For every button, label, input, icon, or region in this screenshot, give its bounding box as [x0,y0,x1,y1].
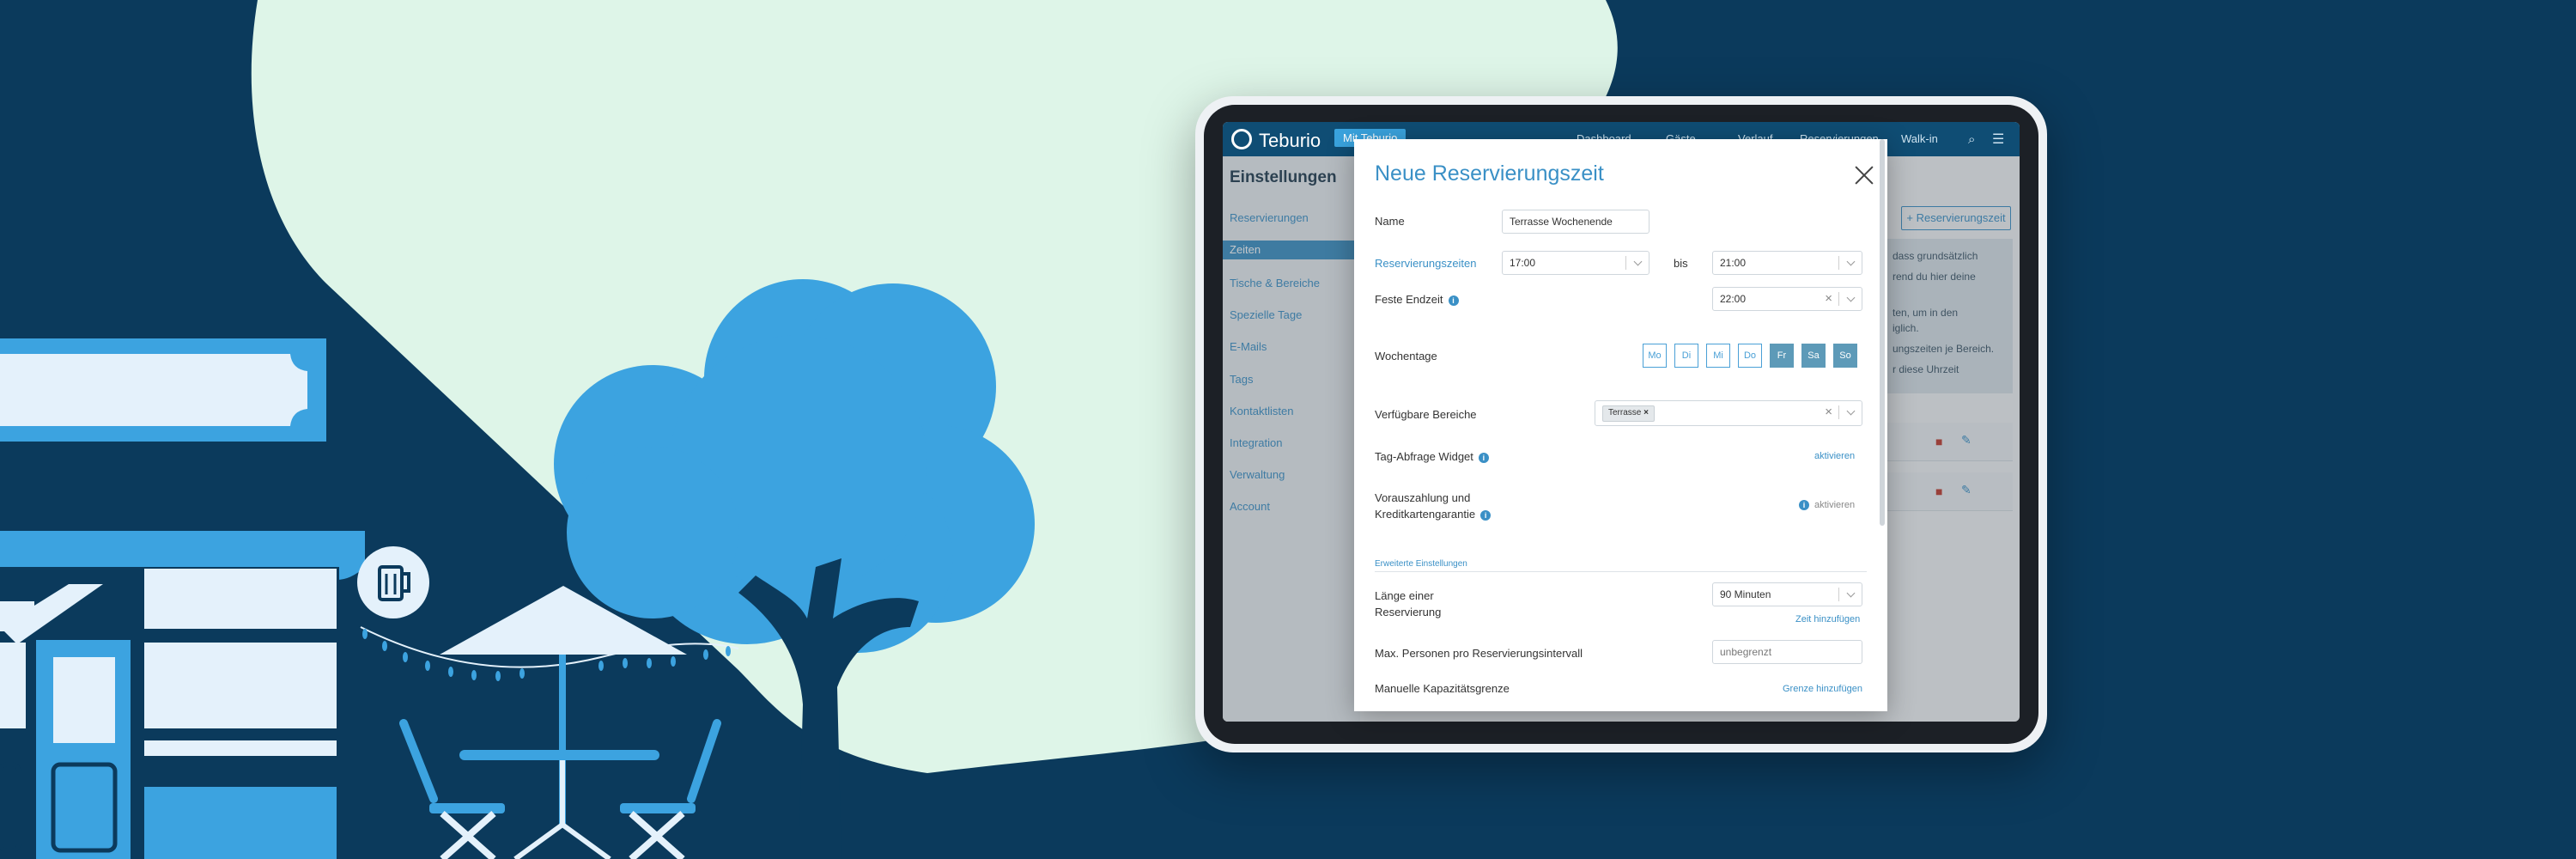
weekday-sa[interactable]: Sa [1801,344,1826,368]
weekday-so[interactable]: So [1833,344,1857,368]
length-label: Länge einer Reservierung [1375,589,1442,618]
sign-board [0,354,307,426]
prepay-label: Vorauszahlung und Kreditkartengarantie i [1375,490,1492,522]
info-icon[interactable]: i [1478,452,1489,463]
modal-scrollbar[interactable] [1880,139,1885,526]
length-select[interactable]: 90 Minuten [1712,582,1862,606]
weekday-mi[interactable]: Mi [1706,344,1730,368]
clear-icon[interactable]: × [1825,401,1832,423]
max-persons-label: Max. Personen pro Reservierungsintervall [1375,647,1583,660]
chair-right [620,719,721,859]
add-time-link[interactable]: Zeit hinzufügen [1795,614,1860,624]
beer-mug-icon [357,546,429,618]
teburio-logo-icon [1231,129,1252,149]
widget-label: Tag-Abfrage Widget i [1375,448,1489,465]
time-to-select[interactable]: 21:00 [1712,251,1862,275]
modal-title: Neue Reservierungszeit [1375,161,1604,186]
add-limit-link[interactable]: Grenze hinzufügen [1783,684,1862,694]
chevron-down-icon [1633,257,1643,266]
advanced-settings-heading[interactable]: Erweiterte Einstellungen [1375,559,1467,569]
bis-label: bis [1674,257,1688,270]
info-icon[interactable]: i [1480,509,1492,521]
areas-label: Verfügbare Bereiche [1375,408,1477,421]
menu-icon[interactable]: ☰ [1992,131,2004,148]
chevron-down-icon [1846,293,1856,302]
nav-walkin[interactable]: Walk-in [1901,132,1938,145]
end-time-select[interactable]: 22:00 × [1712,287,1862,311]
fixed-end-label: Feste Endzeit i [1375,291,1459,308]
close-icon[interactable] [1852,163,1876,187]
weekday-mo[interactable]: Mo [1643,344,1667,368]
areas-select[interactable]: Terrasse × × [1595,400,1862,426]
search-icon[interactable]: ⌕ [1968,132,1975,147]
chevron-down-icon [1846,257,1856,266]
name-label: Name [1375,215,1405,228]
weekday-do[interactable]: Do [1738,344,1762,368]
weekday-fr[interactable]: Fr [1770,344,1794,368]
new-reservation-time-modal: Neue Reservierungszeit Name Terrasse Woc… [1354,139,1887,711]
awning [0,531,365,567]
info-icon[interactable]: i [1799,500,1809,511]
chevron-down-icon [1846,588,1856,598]
prepay-activate-link[interactable]: i aktivieren [1799,500,1855,511]
chevron-down-icon [1846,406,1856,416]
clear-icon[interactable]: × [1825,288,1832,310]
brand-name: Teburio [1259,130,1321,151]
time-from-select[interactable]: 17:00 [1502,251,1649,275]
chair-left [399,719,505,859]
reservation-times-label[interactable]: Reservierungszeiten [1375,255,1477,271]
weekdays-label: Wochentage [1375,350,1437,362]
name-input[interactable]: Terrasse Wochenende [1502,210,1649,234]
divider [1375,571,1867,572]
widget-activate-link[interactable]: aktivieren [1814,451,1855,461]
capacity-label: Manuelle Kapazitätsgrenze [1375,682,1510,695]
area-tag: Terrasse × [1602,405,1655,422]
table-top [459,750,659,760]
max-persons-input[interactable]: unbegrenzt [1712,640,1862,664]
remove-tag-icon[interactable]: × [1643,408,1649,417]
info-icon[interactable]: i [1448,295,1459,306]
weekday-di[interactable]: Di [1674,344,1698,368]
